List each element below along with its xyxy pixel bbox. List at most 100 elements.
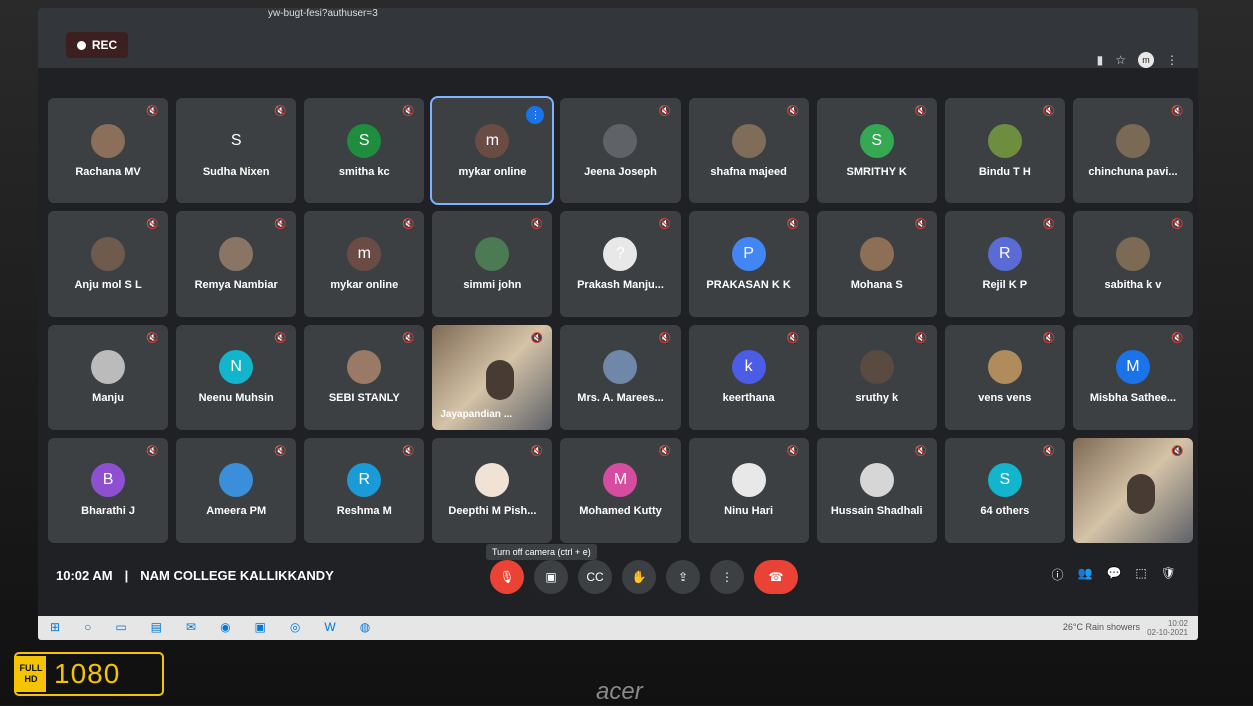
mute-button[interactable]: 🎙 xyxy=(490,560,524,594)
more-options-button[interactable]: ⋮ xyxy=(710,560,744,594)
security-icon[interactable]: 🛡 xyxy=(1161,566,1176,583)
participant-name: Neenu Muhsin xyxy=(198,392,274,405)
participant-name: keerthana xyxy=(722,392,775,405)
participant-tile[interactable]: shafna majeed 🔇 xyxy=(688,98,809,204)
file-explorer-icon[interactable]: ▤ xyxy=(151,620,162,634)
camera-button[interactable]: ▣ xyxy=(534,560,568,594)
participant-tile[interactable]: Anju mol S L 🔇 xyxy=(48,211,169,317)
more-icon[interactable]: ⋮ xyxy=(1166,53,1178,67)
people-icon[interactable]: 👥 xyxy=(1078,566,1093,583)
participant-name: Prakash Manju... xyxy=(577,278,664,291)
participant-photo xyxy=(731,123,766,158)
participant-tile[interactable]: Jayapandian ... 🔇 xyxy=(432,324,553,430)
participant-tile[interactable]: Ameera PM 🔇 xyxy=(176,437,297,543)
participant-tile[interactable]: S 64 others 🔇 xyxy=(944,437,1065,543)
participant-tile[interactable]: Bindu T H 🔇 xyxy=(944,98,1065,204)
participant-name: Misbha Sathee... xyxy=(1089,392,1177,405)
participant-tile[interactable]: Mohana S 🔇 xyxy=(816,211,937,317)
participant-tile[interactable]: sabitha k v 🔇 xyxy=(1072,211,1193,317)
info-icon[interactable]: ⓘ xyxy=(1052,566,1064,583)
participant-tile[interactable]: Jeena Joseph 🔇 xyxy=(560,98,681,204)
participant-tile[interactable]: m mykar online ⋮ xyxy=(430,95,555,206)
mic-off-icon: 🔇 xyxy=(914,219,928,231)
mic-off-icon: 🔇 xyxy=(402,219,415,231)
participant-name: Rachana MV xyxy=(75,165,141,178)
participant-tile[interactable]: M Mohamed Kutty 🔇 xyxy=(560,437,681,543)
participant-tile[interactable]: Ninu Hari 🔇 xyxy=(688,437,809,543)
mic-off-icon: 🔇 xyxy=(274,445,287,457)
mail-icon[interactable]: ✉ xyxy=(186,620,196,634)
task-view-icon[interactable]: ▭ xyxy=(115,620,126,634)
right-controls: ⓘ 👥 💬 ⬚ 🛡 xyxy=(1052,566,1177,583)
chrome-icon[interactable]: ◎ xyxy=(290,620,300,634)
word-icon[interactable]: W xyxy=(324,620,335,634)
participant-photo xyxy=(219,236,254,271)
edge-icon[interactable]: ◉ xyxy=(220,620,230,634)
profile-avatar-icon[interactable]: m xyxy=(1138,52,1154,68)
participant-tile[interactable]: Remya Nambiar 🔇 xyxy=(176,211,297,317)
present-button[interactable]: ⇪ xyxy=(666,560,700,594)
laptop-brand: acer xyxy=(596,678,643,705)
phone-hangup-icon: ☎ xyxy=(768,570,784,584)
meeting-screen: yw-bugt-fesi?authuser=3 REC ▮ ☆ m ⋮ Rach… xyxy=(38,8,1198,640)
captions-button[interactable]: CC xyxy=(578,560,612,594)
participant-tile[interactable]: S SMRITHY K 🔇 xyxy=(816,98,937,204)
participant-tile[interactable]: simmi john 🔇 xyxy=(432,211,553,317)
windows-icon[interactable]: ⊞ xyxy=(50,620,60,634)
participant-photo xyxy=(91,350,126,385)
participant-tile[interactable]: R Rejil K P 🔇 xyxy=(944,211,1065,317)
participant-tile[interactable]: N Neenu Muhsin 🔇 xyxy=(176,324,297,430)
hand-icon: ✋ xyxy=(631,570,647,584)
participant-tile[interactable]: Deepthi M Pish... 🔇 xyxy=(432,437,553,543)
leave-call-button[interactable]: ☎ xyxy=(754,560,798,594)
participant-avatar: S xyxy=(859,123,894,158)
participant-avatar: R xyxy=(987,236,1022,271)
participant-tile[interactable]: P PRAKASAN K K 🔇 xyxy=(688,211,809,317)
participant-tile[interactable]: k keerthana 🔇 xyxy=(688,324,809,430)
participant-photo xyxy=(91,236,126,271)
participant-tile[interactable]: Rachana MV 🔇 xyxy=(48,98,169,204)
participant-tile[interactable]: SEBI STANLY 🔇 xyxy=(304,324,425,430)
participant-tile[interactable]: S Sudha Nixen 🔇 xyxy=(176,98,297,204)
store-icon[interactable]: ▣ xyxy=(255,620,266,634)
participant-tile[interactable]: chinchuna pavi... 🔇 xyxy=(1072,98,1193,204)
hd-resolution: 1080 xyxy=(54,658,121,689)
participant-avatar: k xyxy=(731,350,766,385)
participant-name: mykar online xyxy=(458,165,527,178)
browser-toolbar-icons: ▮ ☆ m ⋮ xyxy=(1097,52,1178,68)
participant-tile[interactable]: vens vens 🔇 xyxy=(944,324,1065,430)
participant-avatar: M xyxy=(603,463,638,498)
participant-name: sabitha k v xyxy=(1104,278,1162,291)
participant-name: Bharathi J xyxy=(81,505,135,518)
star-icon[interactable]: ☆ xyxy=(1115,53,1126,67)
participant-tile[interactable]: ? Prakash Manju... 🔇 xyxy=(560,211,681,317)
participant-name: PRAKASAN K K xyxy=(706,278,791,291)
activities-icon[interactable]: ⬚ xyxy=(1135,566,1146,583)
participant-tile[interactable]: Mrs. A. Marees... 🔇 xyxy=(560,324,681,430)
participant-tile[interactable]: B Bharathi J 🔇 xyxy=(48,437,169,543)
meeting-info: 10:02 AM | NAM COLLEGE KALLIKKANDY xyxy=(56,568,334,583)
meeting-controls: 🎙 ▣ CC ✋ ⇪ ⋮ ☎ xyxy=(490,560,798,594)
participant-name: shafna majeed xyxy=(710,165,787,178)
participant-tile[interactable]: m mykar online 🔇 xyxy=(304,211,425,317)
participant-name: Mrs. A. Marees... xyxy=(577,392,664,405)
chat-icon[interactable]: 💬 xyxy=(1106,566,1121,583)
chrome-profile-icon[interactable]: ◍ xyxy=(360,620,370,634)
participant-avatar: S xyxy=(987,463,1022,498)
raise-hand-button[interactable]: ✋ xyxy=(622,560,656,594)
camera-icon[interactable]: ▮ xyxy=(1097,53,1104,67)
participant-avatar: S xyxy=(219,123,254,158)
participant-tile[interactable]: M Misbha Sathee... 🔇 xyxy=(1072,324,1193,430)
participant-tile[interactable]: sruthy k 🔇 xyxy=(816,324,937,430)
participant-avatar: S xyxy=(347,123,382,158)
mic-off-icon: 🔇 xyxy=(786,332,800,344)
participant-tile[interactable]: 🔇 xyxy=(1072,437,1193,543)
participant-tile[interactable]: Hussain Shadhali 🔇 xyxy=(816,437,937,543)
participant-tile[interactable]: Ssmitha kc 🔇 xyxy=(304,98,425,204)
participant-tile[interactable]: R Reshma M 🔇 xyxy=(304,437,425,543)
participant-tile[interactable]: Manju 🔇 xyxy=(48,324,169,430)
mic-off-icon: 🔇 xyxy=(1171,445,1184,457)
participant-name: Anju mol S L xyxy=(74,278,142,291)
search-icon[interactable]: ○ xyxy=(84,620,91,634)
mic-off-icon: 🔇 xyxy=(530,445,543,457)
